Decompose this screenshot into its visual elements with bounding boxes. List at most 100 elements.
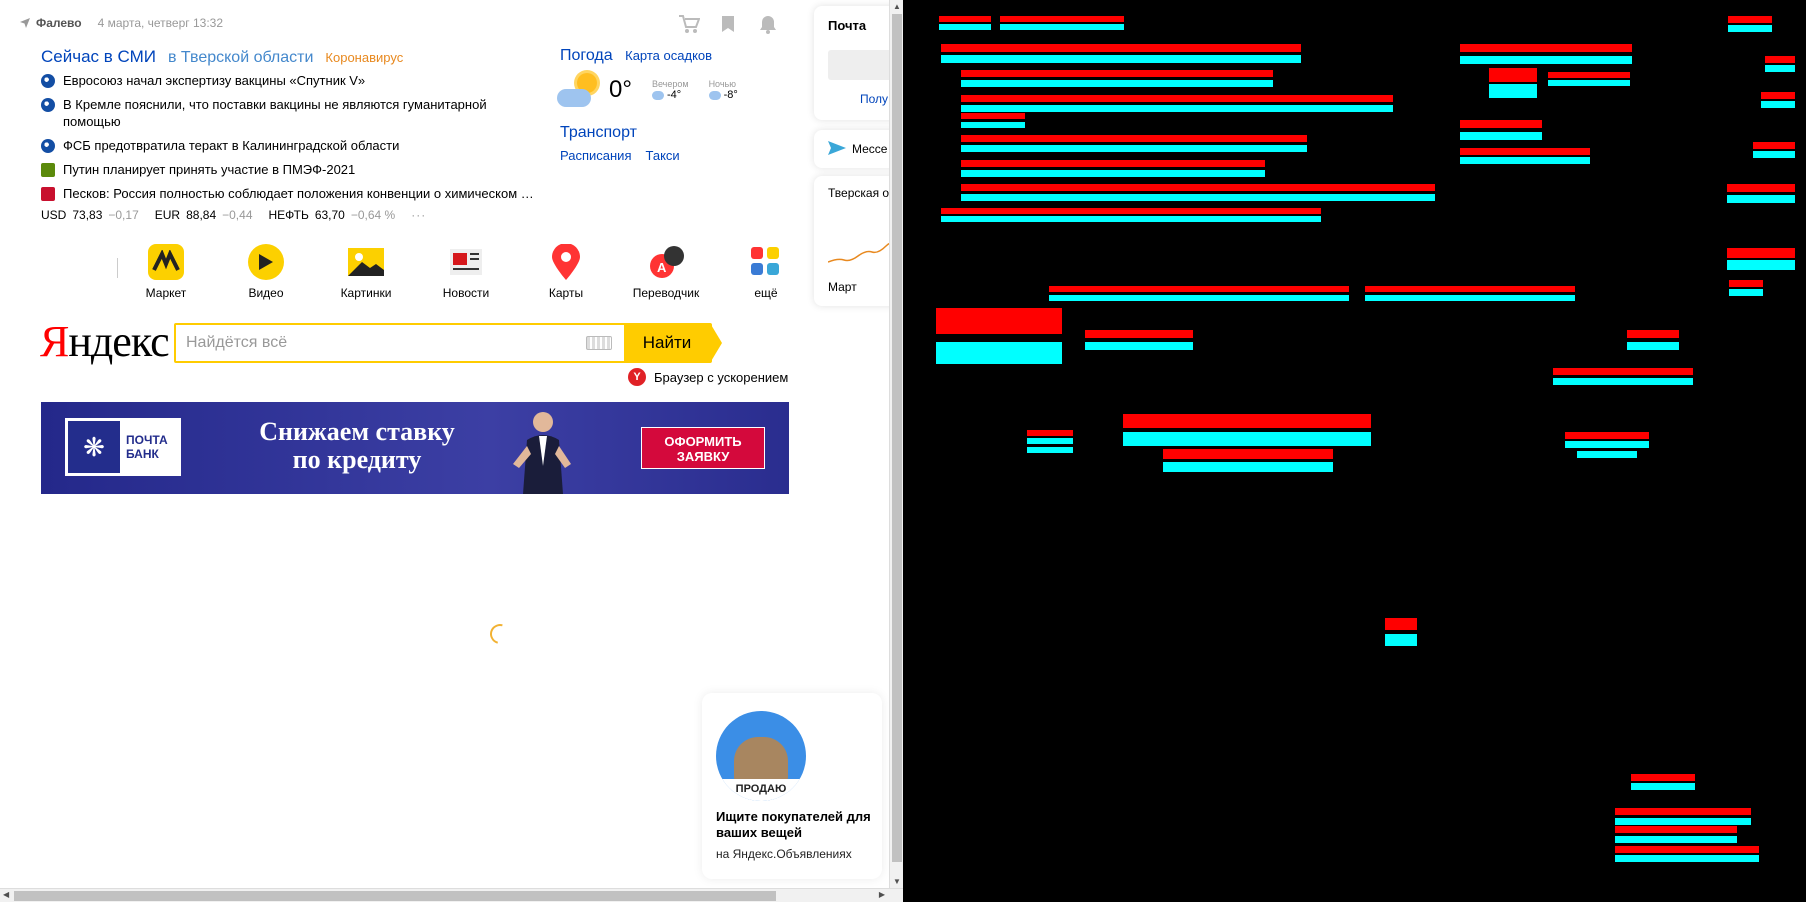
apply-button[interactable]: ОФОРМИТЬ ЗАЯВКУ [641, 427, 765, 469]
news-item[interactable]: В Кремле пояснили, что поставки вакцины … [41, 96, 541, 130]
news-tab-region[interactable]: в Тверской области [168, 49, 313, 67]
presenter-image [513, 412, 571, 494]
search-input[interactable]: Найдётся всё [176, 325, 586, 361]
heat-bar [1727, 248, 1795, 258]
vertical-scroll-thumb[interactable] [892, 14, 902, 862]
news-item[interactable]: Путин планирует принять участие в ПМЭФ-2… [41, 161, 541, 178]
classifieds-ad-card[interactable]: ПРОДАЮ Ищите покупателей для ваших вещей… [702, 693, 882, 879]
yandex-logo[interactable]: Яндекс [40, 316, 170, 367]
heat-bar [1631, 783, 1695, 790]
notifications-bell-icon[interactable] [758, 14, 778, 34]
heat-bar [1615, 836, 1737, 843]
heat-bar [1727, 184, 1795, 192]
news-item-text[interactable]: Песков: Россия полностью соблюдает полож… [63, 185, 534, 202]
rates-more-button[interactable]: ··· [411, 208, 426, 222]
heat-bar [1027, 430, 1073, 436]
heat-bar [1565, 441, 1649, 448]
heat-bar [1365, 286, 1575, 292]
vertical-scrollbar[interactable]: ▲ ▼ [889, 0, 903, 888]
horizontal-scroll-thumb[interactable] [14, 891, 776, 901]
header-icons [678, 14, 778, 34]
currency-rates: USD 73,83 −0,17 EUR 88,84 −0,44 НЕФТЬ 63… [41, 208, 426, 222]
news-item-text[interactable]: В Кремле пояснили, что поставки вакцины … [63, 96, 541, 130]
ad-subtitle: на Яндекс.Объявлениях [716, 847, 852, 861]
heat-bar [1049, 286, 1349, 292]
heat-bar [961, 194, 1435, 201]
night-temp: -8° [723, 89, 738, 101]
rate-name[interactable]: EUR [155, 208, 180, 222]
news-item[interactable]: Евросоюз начал экспертизу вакцины «Спутн… [41, 72, 541, 89]
weather-title[interactable]: Погода [560, 47, 613, 64]
heat-bar [1615, 846, 1759, 853]
heat-bar [1615, 855, 1759, 862]
horizontal-scrollbar[interactable]: ◀ ▶ [0, 888, 903, 902]
news-tab-covid[interactable]: Коронавирус [325, 50, 403, 65]
rate-change: −0,64 % [350, 208, 396, 222]
news-item-text[interactable]: Путин планирует принять участие в ПМЭФ-2… [63, 161, 355, 178]
rate-name[interactable]: USD [41, 208, 66, 222]
service-market[interactable]: Маркет [116, 244, 216, 300]
globe-icon [41, 98, 55, 112]
service-news[interactable]: Новости [416, 244, 516, 300]
keyboard-icon[interactable] [586, 336, 612, 350]
heat-bar [961, 184, 1435, 191]
scroll-up-arrow-icon[interactable]: ▲ [893, 2, 901, 11]
heat-bar [1577, 451, 1637, 458]
heat-bar [1615, 808, 1751, 815]
location-arrow-icon[interactable] [20, 18, 30, 28]
news-tab-now[interactable]: Сейчас в СМИ [41, 47, 156, 67]
news-item[interactable]: ФСБ предотвратила теракт в Калининградск… [41, 137, 541, 154]
heat-bar [1123, 432, 1371, 446]
heat-bar [1163, 462, 1333, 472]
heat-bar [961, 70, 1273, 77]
service-maps[interactable]: Карты [516, 244, 616, 300]
heat-bar [941, 208, 1321, 214]
scroll-down-arrow-icon[interactable]: ▼ [893, 877, 901, 886]
heat-bar [1123, 414, 1371, 428]
cart-icon[interactable] [678, 14, 701, 34]
bookmarks-icon[interactable] [718, 14, 738, 34]
precipitation-map-link[interactable]: Карта осадков [625, 48, 712, 63]
heat-bar [961, 135, 1307, 142]
service-more[interactable]: ещё [716, 244, 816, 300]
news-header: Сейчас в СМИ в Тверской области Коронави… [41, 47, 403, 67]
heat-bar [941, 55, 1301, 63]
heat-bar [961, 160, 1265, 167]
date-time: 4 марта, четверг 13:32 [97, 16, 224, 30]
mail-get-link[interactable]: Полу [860, 92, 888, 106]
cat-sale-image: ПРОДАЮ [716, 711, 806, 801]
heat-bar [1489, 68, 1537, 82]
heat-bar [1761, 101, 1795, 108]
svg-text:A: A [657, 260, 667, 275]
mail-title[interactable]: Почта [828, 18, 866, 33]
news-item-text[interactable]: Евросоюз начал экспертизу вакцины «Спутн… [63, 72, 365, 89]
messenger-title: Мессе [852, 142, 888, 156]
schedules-link[interactable]: Расписания [560, 148, 631, 163]
service-images[interactable]: Картинки [316, 244, 416, 300]
heat-bar [1728, 25, 1772, 32]
heat-bar [1000, 16, 1124, 22]
evening-label: Вечером [651, 79, 689, 89]
transport-title[interactable]: Транспорт [560, 124, 637, 141]
rate-name[interactable]: НЕФТЬ [269, 208, 309, 222]
scroll-right-arrow-icon[interactable]: ▶ [879, 890, 885, 899]
taxi-link[interactable]: Такси [645, 148, 679, 163]
news-item-text[interactable]: ФСБ предотвратила теракт в Калининградск… [63, 137, 399, 154]
evening-temp: -4° [666, 89, 682, 101]
heat-bar [1753, 151, 1795, 158]
news-item[interactable]: Песков: Россия полностью соблюдает полож… [41, 185, 541, 202]
heat-bar [1163, 449, 1333, 459]
search-button[interactable]: Найти [624, 323, 722, 363]
heat-bar [1548, 80, 1630, 86]
ad-banner[interactable]: ❋ ПОЧТА БАНК Снижаем ставку по кредиту ОФО… [41, 402, 789, 494]
images-icon [348, 244, 384, 280]
service-video[interactable]: Видео [216, 244, 316, 300]
location-bar: Фалево 4 марта, четверг 13:32 [20, 16, 223, 30]
heat-bar [1553, 378, 1693, 385]
city-name[interactable]: Фалево [36, 16, 82, 30]
browser-promo-link[interactable]: Y Браузер с ускорением [628, 368, 788, 386]
scroll-left-arrow-icon[interactable]: ◀ [3, 890, 9, 899]
heat-bar [1027, 438, 1073, 444]
service-translator[interactable]: A Переводчик [616, 244, 716, 300]
weather-now[interactable]: 0° Вечером -4° Ночью -8° [557, 73, 757, 107]
